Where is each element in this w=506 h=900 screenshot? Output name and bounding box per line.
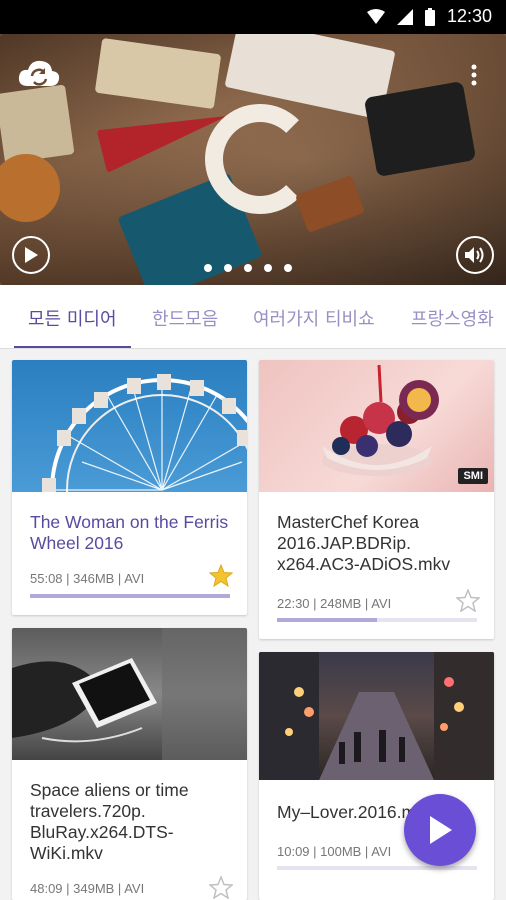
battery-icon [424,7,435,26]
favorite-star-icon[interactable] [209,876,233,899]
hero-banner[interactable] [0,34,506,285]
play-icon [430,816,452,844]
tab-tv-shows[interactable]: 여러가지 티비쇼 [253,305,375,331]
favorite-star-icon[interactable] [209,564,233,587]
carousel-dot[interactable] [244,264,252,272]
status-icons: 12:30 [366,6,492,27]
media-title: MasterChef Korea 2016.JAP.BDRip. x264.AC… [277,512,451,574]
watch-progress-fill [277,618,377,622]
media-title: The Woman on the Ferris Wheel 2016 [30,512,229,553]
media-meta: 48:09 | 349MB | AVI [30,881,145,896]
tab-all-media[interactable]: 모든 미디어 [28,305,117,331]
ferris-wheel-thumbnail [12,360,247,492]
tab-french-movies[interactable]: 프랑스영화 [411,305,494,331]
media-meta: 22:30 | 248MB | AVI [277,596,392,611]
media-meta: 55:08 | 346MB | AVI [30,571,145,586]
status-bar: 12:30 [0,0,506,34]
carousel-dot[interactable] [204,264,212,272]
ferris-wheel-illustration [42,374,247,492]
media-title: Space aliens or time travelers.720p. Blu… [30,780,189,863]
more-vertical-icon [471,64,477,86]
street-illustration [259,652,494,780]
carousel-dot[interactable] [284,264,292,272]
cloud-sync-icon [18,60,60,86]
media-meta: 10:09 | 100MB | AVI [277,844,392,859]
favorite-star-icon[interactable] [456,589,480,612]
sync-button[interactable] [18,56,60,90]
watch-progress [277,866,477,870]
city-street-thumbnail [259,652,494,780]
watch-progress [30,594,230,598]
carousel-indicator [204,264,292,272]
status-time: 12:30 [446,6,492,26]
hero-play-button[interactable] [12,236,50,274]
play-icon [25,247,38,263]
category-tabs: 모든 미디어 한드모음 여러가지 티비쇼 프랑스영화 [0,285,506,349]
hero-camera [363,80,477,178]
active-tab-indicator [14,346,131,348]
tab-korean-drama[interactable]: 한드모음 [152,305,218,331]
media-card[interactable]: SMI MasterChef Korea 2016.JAP.BDRip. x26… [259,360,494,639]
watch-progress-fill [30,594,230,598]
play-fab-button[interactable] [404,794,476,866]
media-card[interactable]: The Woman on the Ferris Wheel 2016 55:08… [12,360,247,615]
watch-progress [277,618,477,622]
subtitle-badge: SMI [458,468,488,484]
hero-book [0,84,75,164]
media-card[interactable]: Space aliens or time travelers.720p. Blu… [12,628,247,900]
volume-icon [465,247,484,263]
cellular-signal-icon [396,8,413,25]
media-card[interactable]: My–Lover.2016.mp4 10:09 | 100MB | AVI [259,652,494,900]
smartphone-thumbnail [12,628,247,760]
carousel-dot[interactable] [224,264,232,272]
more-options-button[interactable] [462,60,486,90]
carousel-dot[interactable] [264,264,272,272]
smartphone-illustration [12,628,247,760]
hero-volume-button[interactable] [456,236,494,274]
wifi-icon [366,8,385,24]
